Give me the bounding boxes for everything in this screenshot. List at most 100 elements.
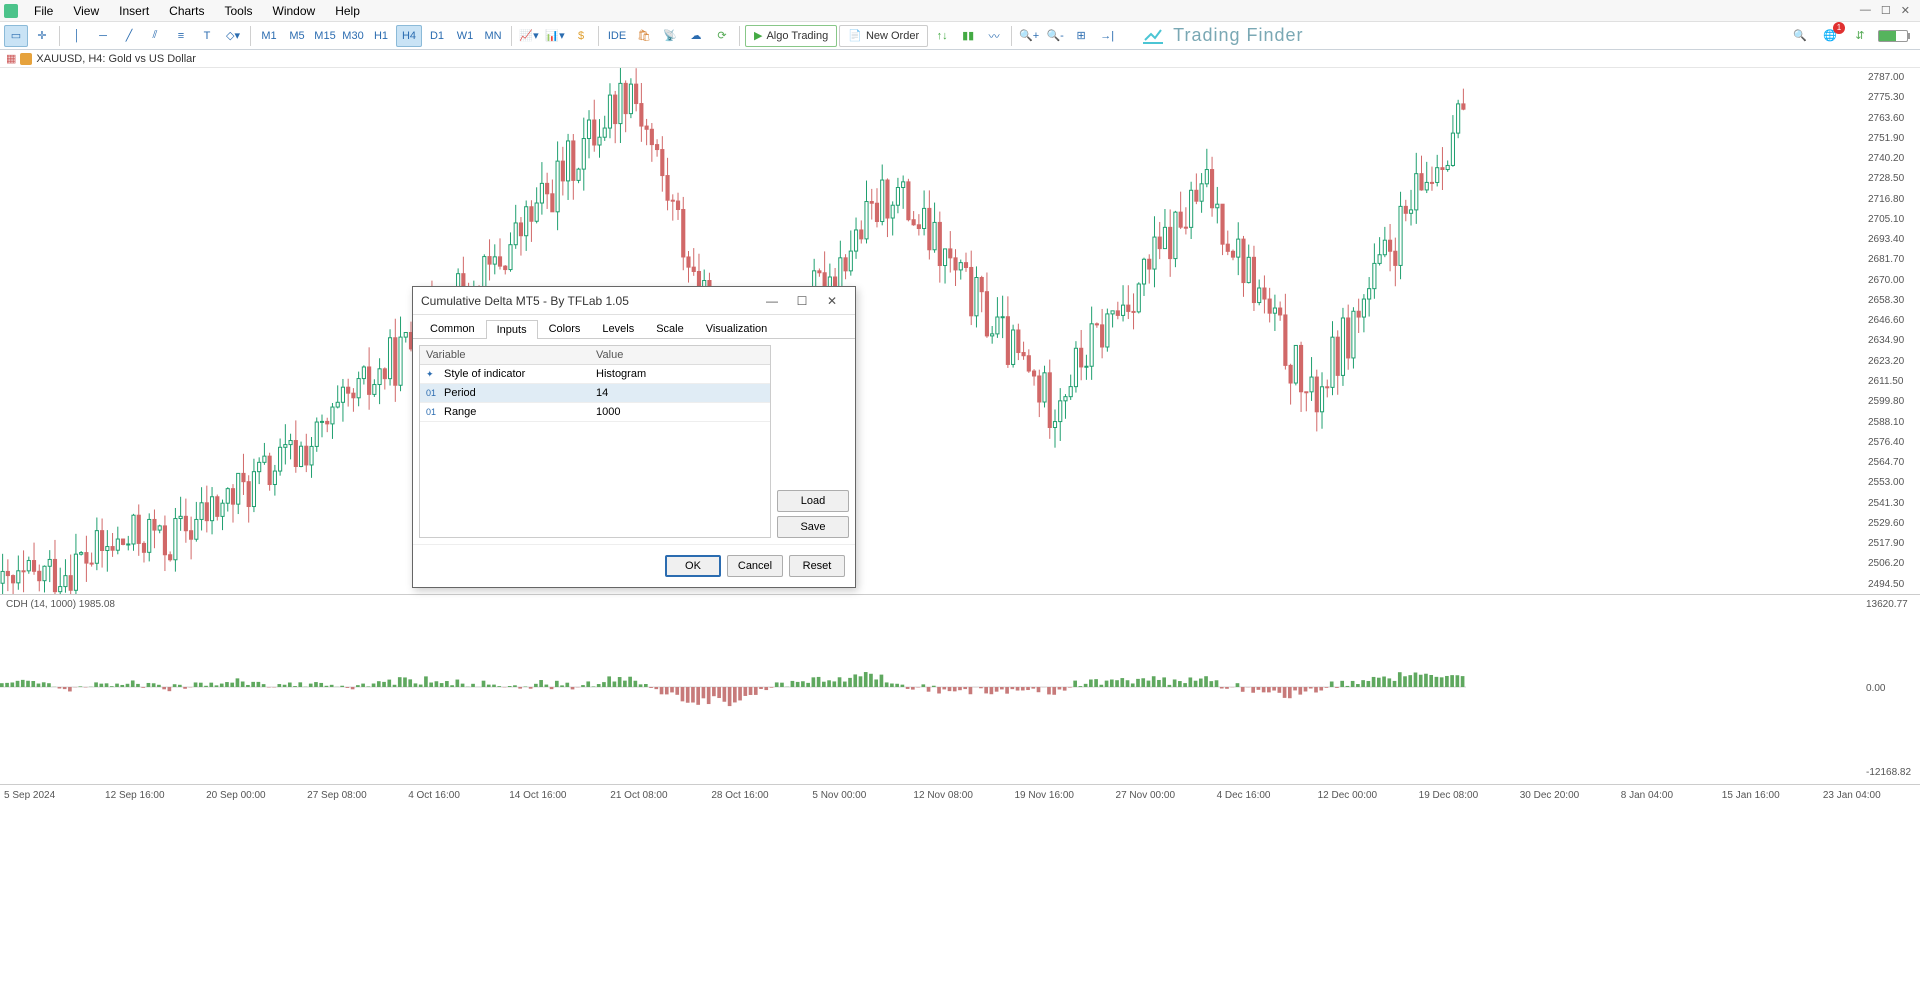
shift-icon[interactable]: →| — [1095, 25, 1119, 47]
main-chart-area[interactable]: 2787.002775.302763.602751.902740.202728.… — [0, 68, 1920, 594]
tf-h4[interactable]: H4 — [396, 25, 422, 47]
window-max-icon[interactable]: ☐ — [1881, 4, 1891, 17]
window-close-icon[interactable]: ✕ — [1901, 4, 1910, 17]
window-min-icon[interactable]: — — [1860, 4, 1871, 17]
param-value[interactable]: 14 — [590, 384, 770, 402]
zoom-in-icon[interactable]: 🔍+ — [1017, 25, 1041, 47]
load-button[interactable]: Load — [777, 490, 849, 512]
refresh-icon[interactable]: ⟳ — [710, 25, 734, 47]
zoom-out-icon[interactable]: 🔍- — [1043, 25, 1067, 47]
new-order-label: New Order — [866, 30, 919, 42]
ticks-icon[interactable]: 〰 — [982, 25, 1006, 47]
depth-icon[interactable]: ▮▮ — [956, 25, 980, 47]
param-name: Period — [444, 387, 476, 399]
save-button[interactable]: Save — [777, 516, 849, 538]
search-icon[interactable]: 🔍 — [1788, 25, 1812, 47]
indicator-panel[interactable]: CDH (14, 1000) 1985.08 13620.77 0.00 -12… — [0, 594, 1920, 784]
buy-icon[interactable]: ↑↓ — [930, 25, 954, 47]
menu-charts[interactable]: Charts — [159, 2, 214, 20]
cancel-button[interactable]: Cancel — [727, 555, 783, 577]
dialog-maximize-icon[interactable]: ☐ — [787, 291, 817, 311]
tf-m5[interactable]: M5 — [284, 25, 310, 47]
menu-file[interactable]: File — [24, 2, 63, 20]
param-value[interactable]: 1000 — [590, 403, 770, 421]
tab-visualization[interactable]: Visualization — [695, 319, 779, 338]
param-name: Range — [444, 406, 476, 418]
price-axis: 2787.002775.302763.602751.902740.202728.… — [1866, 68, 1920, 594]
indicator-tick: 0.00 — [1866, 683, 1885, 694]
menu-help[interactable]: Help — [325, 2, 370, 20]
market-icon[interactable]: 🛍 — [632, 25, 656, 47]
tab-colors[interactable]: Colors — [538, 319, 592, 338]
vps-icon[interactable]: ☁ — [684, 25, 708, 47]
tf-m1[interactable]: M1 — [256, 25, 282, 47]
tf-m15[interactable]: M15 — [312, 25, 338, 47]
fib-tool-icon[interactable]: ≡ — [169, 25, 193, 47]
menu-tools[interactable]: Tools — [215, 2, 263, 20]
text-tool-icon[interactable]: T — [195, 25, 219, 47]
tf-m30[interactable]: M30 — [340, 25, 366, 47]
separator — [598, 26, 599, 46]
notification-icon[interactable]: 🌐1 — [1818, 25, 1842, 47]
reset-button[interactable]: Reset — [789, 555, 845, 577]
connection-icon[interactable]: ⇵ — [1848, 25, 1872, 47]
separator — [250, 26, 251, 46]
dialog-titlebar[interactable]: Cumulative Delta MT5 - By TFLab 1.05 — ☐… — [413, 287, 855, 315]
time-axis: 5 Sep 202412 Sep 16:0020 Sep 00:0027 Sep… — [0, 784, 1920, 806]
param-value[interactable]: Histogram — [590, 365, 770, 383]
column-variable[interactable]: Variable — [420, 346, 590, 364]
separator — [739, 26, 740, 46]
objects-tool-icon[interactable]: ◇▾ — [221, 25, 245, 47]
battery-icon — [1878, 30, 1908, 42]
cursor-tool-icon[interactable]: ▭ — [4, 25, 28, 47]
param-name: Style of indicator — [444, 368, 525, 380]
table-row[interactable]: ✦ Style of indicator Histogram — [420, 365, 770, 384]
signal-icon[interactable]: 📡 — [658, 25, 682, 47]
tf-mn[interactable]: MN — [480, 25, 506, 47]
dialog-minimize-icon[interactable]: — — [757, 291, 787, 311]
tf-h1[interactable]: H1 — [368, 25, 394, 47]
tf-d1[interactable]: D1 — [424, 25, 450, 47]
ide-button[interactable]: IDE — [604, 25, 630, 47]
main-toolbar: ▭ ✛ │ ─ ╱ ⫽ ≡ T ◇▾ M1 M5 M15 M30 H1 H4 D… — [0, 22, 1920, 50]
algo-trading-button[interactable]: ▶Algo Trading — [745, 25, 837, 47]
crosshair-tool-icon[interactable]: ✛ — [30, 25, 54, 47]
ok-button[interactable]: OK — [665, 555, 721, 577]
indicator-icon[interactable]: 📊▾ — [543, 25, 567, 47]
tab-scale[interactable]: Scale — [645, 319, 695, 338]
vline-tool-icon[interactable]: │ — [65, 25, 89, 47]
separator — [59, 26, 60, 46]
channel-tool-icon[interactable]: ⫽ — [143, 25, 167, 47]
enum-type-icon: ✦ — [426, 369, 440, 380]
tab-inputs[interactable]: Inputs — [486, 320, 538, 339]
menu-view[interactable]: View — [63, 2, 109, 20]
brand-logo-icon — [1141, 24, 1165, 48]
table-row[interactable]: 01Range 1000 — [420, 403, 770, 422]
separator — [511, 26, 512, 46]
table-row[interactable]: 01 Period 14 — [420, 384, 770, 403]
tf-w1[interactable]: W1 — [452, 25, 478, 47]
chart-type-icon[interactable]: 📈▾ — [517, 25, 541, 47]
separator — [1011, 26, 1012, 46]
chart-header: ▦ XAUUSD, H4: Gold vs US Dollar — [0, 50, 1920, 68]
column-value[interactable]: Value — [590, 346, 770, 364]
tab-common[interactable]: Common — [419, 319, 486, 338]
menu-insert[interactable]: Insert — [109, 2, 159, 20]
new-order-button[interactable]: 📄New Order — [839, 25, 928, 47]
hline-tool-icon[interactable]: ─ — [91, 25, 115, 47]
trendline-tool-icon[interactable]: ╱ — [117, 25, 141, 47]
dollar-icon[interactable]: $ — [569, 25, 593, 47]
brand-logo: Trading Finder — [1141, 24, 1303, 48]
chart-title: XAUUSD, H4: Gold vs US Dollar — [36, 53, 196, 65]
menu-window[interactable]: Window — [263, 2, 326, 20]
indicator-tick: 13620.77 — [1866, 599, 1908, 610]
algo-trading-label: Algo Trading — [766, 30, 828, 42]
indicator-label: CDH (14, 1000) 1985.08 — [6, 599, 115, 610]
tab-levels[interactable]: Levels — [591, 319, 645, 338]
indicator-tick: -12168.82 — [1866, 767, 1911, 778]
dialog-close-icon[interactable]: ✕ — [817, 291, 847, 311]
dialog-tabs: Common Inputs Colors Levels Scale Visual… — [413, 315, 855, 339]
tile-icon[interactable]: ⊞ — [1069, 25, 1093, 47]
dialog-title: Cumulative Delta MT5 - By TFLab 1.05 — [421, 294, 757, 308]
int-type-icon: 01 — [426, 388, 440, 398]
